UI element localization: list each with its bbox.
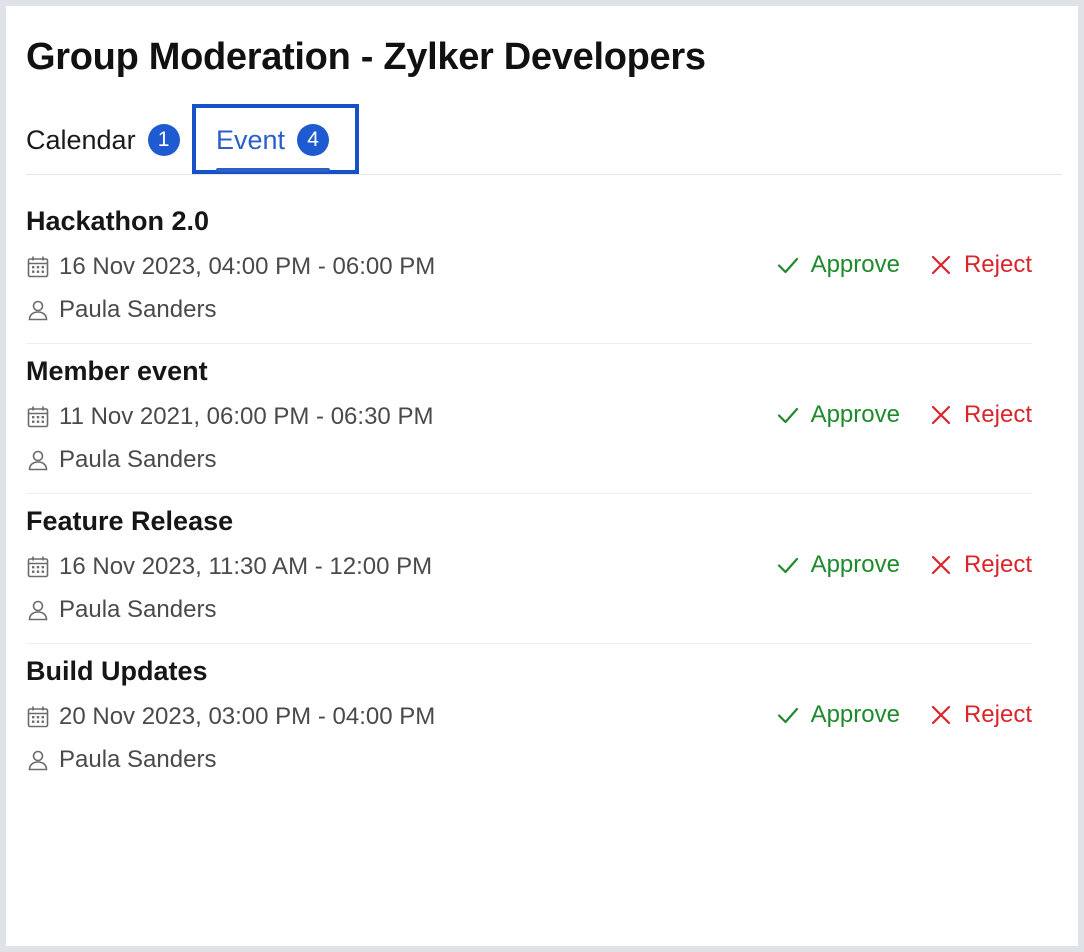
approve-button[interactable]: Approve <box>777 400 900 430</box>
user-icon <box>26 598 50 622</box>
reject-button[interactable]: Reject <box>930 400 1032 430</box>
tab-active-indicator <box>216 168 330 172</box>
calendar-icon <box>26 255 50 279</box>
event-actions: Approve Reject <box>777 550 1032 580</box>
calendar-icon <box>26 705 50 729</box>
close-icon <box>930 704 952 726</box>
approve-button[interactable]: Approve <box>777 700 900 730</box>
user-icon <box>26 298 50 322</box>
event-datetime: 11 Nov 2021, 06:00 PM - 06:30 PM <box>59 403 434 430</box>
calendar-icon <box>26 555 50 579</box>
approve-label: Approve <box>810 251 900 278</box>
event-organizer: Paula Sanders <box>59 746 217 773</box>
event-actions: Approve Reject <box>777 700 1032 730</box>
reject-label: Reject <box>963 401 1032 428</box>
close-icon <box>930 404 952 426</box>
reject-button[interactable]: Reject <box>930 550 1032 580</box>
event-organizer-row: Paula Sanders <box>26 445 216 475</box>
tab-calendar-count-badge: 1 <box>147 124 180 156</box>
event-title: Hackathon 2.0 <box>26 206 210 236</box>
reject-button[interactable]: Reject <box>930 250 1032 280</box>
event-list: Hackathon 2.0 16 Nov 2023, 04:00 PM - 06… <box>26 194 1032 794</box>
event-organizer: Paula Sanders <box>59 596 217 623</box>
approve-label: Approve <box>810 401 900 428</box>
tab-calendar[interactable]: Calendar 1 <box>26 104 180 174</box>
check-icon <box>777 404 799 426</box>
approve-label: Approve <box>810 701 900 728</box>
event-actions: Approve Reject <box>777 250 1032 280</box>
event-item: Member event 11 Nov 2021, 06:00 PM - 06:… <box>26 344 1032 494</box>
event-datetime: 16 Nov 2023, 11:30 AM - 12:00 PM <box>59 553 433 580</box>
approve-button[interactable]: Approve <box>777 250 900 280</box>
event-organizer-row: Paula Sanders <box>26 595 216 625</box>
event-datetime-row: 11 Nov 2021, 06:00 PM - 06:30 PM <box>26 402 433 432</box>
close-icon <box>930 554 952 576</box>
event-title: Build Updates <box>26 656 208 686</box>
tab-event-count-badge: 4 <box>297 124 330 156</box>
check-icon <box>777 254 799 276</box>
event-organizer-row: Paula Sanders <box>26 295 216 325</box>
reject-label: Reject <box>963 701 1032 728</box>
tab-bar: Calendar 1 Event 4 <box>26 104 1062 175</box>
reject-label: Reject <box>963 551 1032 578</box>
check-icon <box>777 554 799 576</box>
event-organizer: Paula Sanders <box>59 446 217 473</box>
tab-event[interactable]: Event 4 <box>192 104 359 174</box>
user-icon <box>26 448 50 472</box>
reject-label: Reject <box>963 251 1032 278</box>
event-organizer: Paula Sanders <box>59 296 217 323</box>
event-item: Build Updates 20 Nov 2023, 03:00 PM - 04… <box>26 644 1032 794</box>
check-icon <box>777 704 799 726</box>
event-title: Feature Release <box>26 506 234 536</box>
page-title: Group Moderation - Zylker Developers <box>26 36 706 78</box>
tab-event-label: Event <box>216 125 286 155</box>
event-datetime-row: 16 Nov 2023, 04:00 PM - 06:00 PM <box>26 252 435 282</box>
calendar-icon <box>26 405 50 429</box>
tab-calendar-label: Calendar <box>26 125 136 155</box>
event-item: Hackathon 2.0 16 Nov 2023, 04:00 PM - 06… <box>26 194 1032 344</box>
event-title: Member event <box>26 356 208 386</box>
moderation-panel: Group Moderation - Zylker Developers Cal… <box>6 6 1078 946</box>
event-datetime: 20 Nov 2023, 03:00 PM - 04:00 PM <box>59 703 436 730</box>
reject-button[interactable]: Reject <box>930 700 1032 730</box>
event-actions: Approve Reject <box>777 400 1032 430</box>
approve-button[interactable]: Approve <box>777 550 900 580</box>
event-datetime-row: 16 Nov 2023, 11:30 AM - 12:00 PM <box>26 552 432 582</box>
event-organizer-row: Paula Sanders <box>26 745 216 775</box>
event-item: Feature Release 16 Nov 2023, 11:30 AM - … <box>26 494 1032 644</box>
close-icon <box>930 254 952 276</box>
event-datetime-row: 20 Nov 2023, 03:00 PM - 04:00 PM <box>26 702 435 732</box>
event-datetime: 16 Nov 2023, 04:00 PM - 06:00 PM <box>59 253 436 280</box>
user-icon <box>26 748 50 772</box>
approve-label: Approve <box>810 551 900 578</box>
